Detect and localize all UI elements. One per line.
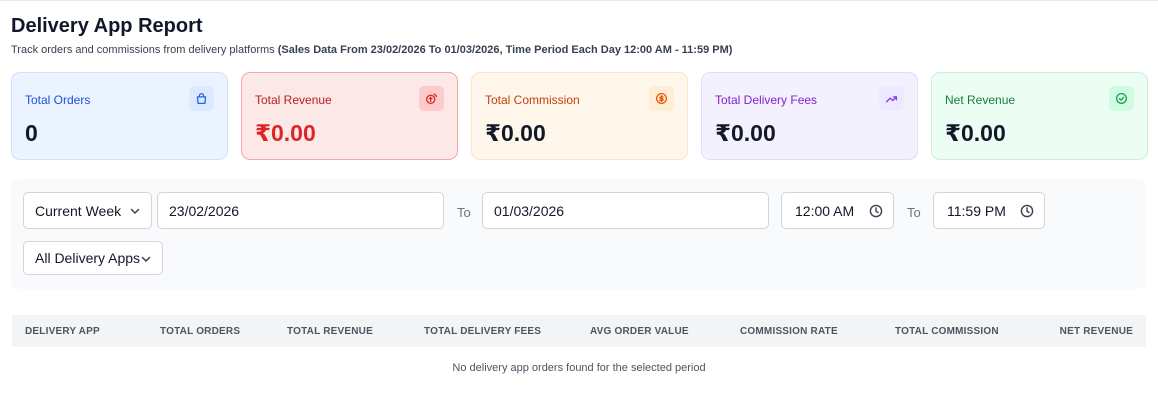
coins-icon	[419, 86, 444, 111]
card-value: ₹0.00	[485, 120, 546, 146]
subtitle-text: Track orders and commissions from delive…	[11, 44, 275, 56]
card-value: ₹0.00	[255, 120, 316, 146]
date-range-value: Current Week	[35, 202, 122, 219]
shopping-bag-icon	[189, 86, 214, 111]
page-subtitle: Track orders and commissions from delive…	[11, 44, 732, 56]
check-circle-icon	[1109, 86, 1134, 111]
col-delivery-app: DELIVERY APP	[25, 326, 100, 337]
summary-cards: Total Orders 0 Total Revenue ₹0.00 Total…	[11, 72, 1148, 160]
col-avg-order-value: AVG ORDER VALUE	[590, 326, 689, 337]
chevron-down-icon	[130, 208, 140, 214]
date-range-select[interactable]: Current Week	[23, 192, 152, 229]
card-value: ₹0.00	[715, 120, 776, 146]
col-total-revenue: TOTAL REVENUE	[287, 326, 373, 337]
page-title: Delivery App Report	[11, 15, 203, 37]
card-net-revenue: Net Revenue ₹0.00	[931, 72, 1148, 160]
card-label: Total Revenue	[255, 93, 332, 107]
empty-state-message: No delivery app orders found for the sel…	[452, 362, 706, 374]
card-label: Total Delivery Fees	[715, 93, 818, 107]
start-date-input[interactable]: 23/02/2026	[157, 192, 444, 229]
col-net-revenue: NET REVENUE	[1059, 326, 1133, 337]
card-label: Total Commission	[485, 93, 580, 107]
delivery-app-select[interactable]: All Delivery Apps	[23, 241, 163, 275]
col-commission-rate: COMMISSION RATE	[740, 326, 838, 337]
table-header: DELIVERY APP TOTAL ORDERS TOTAL REVENUE …	[12, 315, 1146, 347]
card-total-orders: Total Orders 0	[11, 72, 228, 160]
delivery-app-value: All Delivery Apps	[35, 250, 141, 266]
dollar-circle-icon	[649, 86, 674, 111]
end-date-input[interactable]: 01/03/2026	[482, 192, 769, 229]
card-label: Net Revenue	[945, 93, 1016, 107]
col-total-commission: TOTAL COMMISSION	[895, 326, 999, 337]
clock-icon[interactable]	[869, 204, 883, 218]
end-time-input[interactable]: 11:59 PM	[933, 192, 1045, 229]
card-value: 0	[25, 120, 38, 146]
trending-up-icon	[879, 86, 904, 111]
filter-panel: Current Week 23/02/2026 To 01/03/2026 12…	[11, 179, 1146, 289]
col-total-orders: TOTAL ORDERS	[160, 326, 241, 337]
end-time-value: 11:59 PM	[947, 202, 1006, 219]
period-text: (Sales Data From 23/02/2026 To 01/03/202…	[277, 44, 733, 56]
card-label: Total Orders	[25, 93, 91, 107]
card-total-commission: Total Commission ₹0.00	[471, 72, 688, 160]
chevron-down-icon	[141, 256, 151, 262]
date-to-label: To	[457, 205, 471, 220]
card-total-revenue: Total Revenue ₹0.00	[241, 72, 458, 160]
clock-icon[interactable]	[1020, 204, 1034, 218]
card-total-delivery-fees: Total Delivery Fees ₹0.00	[701, 72, 918, 160]
start-time-input[interactable]: 12:00 AM	[781, 192, 894, 229]
start-time-value: 12:00 AM	[795, 202, 855, 219]
time-to-label: To	[907, 205, 921, 220]
card-value: ₹0.00	[945, 120, 1006, 146]
col-total-delivery-fees: TOTAL DELIVERY FEES	[424, 326, 542, 337]
